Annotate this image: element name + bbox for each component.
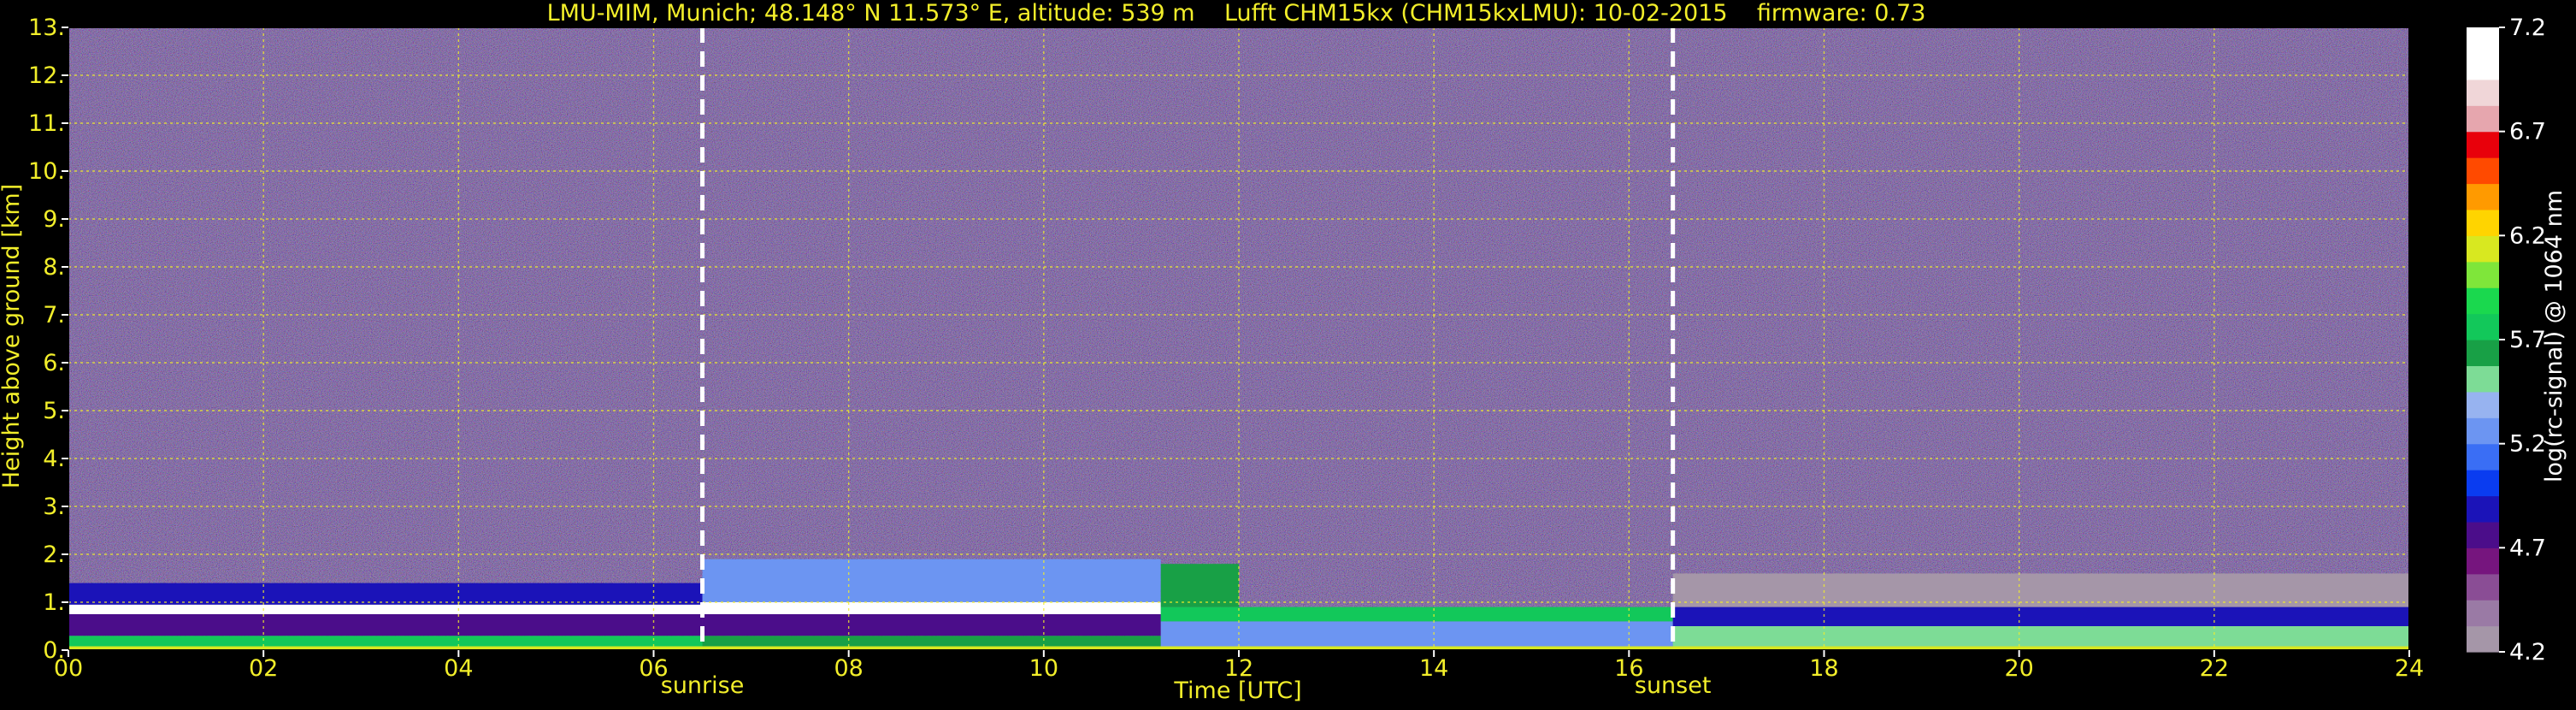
x-axis-label: Time [UTC] [1173,677,1301,704]
y-tick-label: 6. [43,350,65,376]
y-tick-label: 3. [43,494,65,520]
colorbar-segment [2467,79,2499,106]
y-tick-label: 2. [43,541,65,568]
backscatter-layer [1672,626,2409,647]
colorbar-segment [2467,417,2499,445]
colorbar-segment [2467,573,2499,601]
colorbar-segment [2467,131,2499,158]
colorbar-segment [2467,235,2499,263]
backscatter-layer [702,602,1161,614]
colorbar-segment [2467,27,2499,55]
backscatter-layer [68,614,703,636]
backscatter-layer [1160,621,1673,647]
x-tick-label: 04 [444,655,473,682]
colorbar-segment [2467,547,2499,575]
backscatter-layer [1672,606,2409,626]
colorbar-segment [2467,443,2499,470]
y-axis-label: Height above ground [km] [0,184,25,488]
backscatter-layer [702,559,1161,602]
colorbar-label: log(rc-signal) @ 1064 nm [2541,190,2567,482]
sun-marker-label: sunset [1635,672,1712,699]
backscatter-layer [68,583,703,605]
x-tick-label: 10 [1029,655,1058,682]
colorbar-segment [2467,495,2499,523]
colorbar-segment [2467,261,2499,288]
y-tick-label: 13. [28,15,65,41]
backscatter-layer [702,636,1161,647]
colorbar-segment [2467,521,2499,548]
x-tick-label: 20 [2004,655,2033,682]
colorbar-tick-label: 4.7 [2509,535,2546,561]
y-tick-label: 7. [43,302,65,328]
x-tick-label: 08 [834,655,863,682]
sun-marker-label: sunrise [661,672,745,699]
colorbar-segment [2467,157,2499,185]
colorbar-segment [2467,287,2499,315]
colorbar-segment [2467,625,2499,653]
backscatter-heatmap-chart: sunrise sunset 00 02 04 06 08 10 12 14 16 18 20 22 24… [0,0,2576,707]
x-tick-label: 22 [2200,655,2229,682]
y-tick-label: 0. [43,637,65,664]
colorbar-segment [2467,365,2499,393]
colorbar-segment [2467,470,2499,497]
colorbar-segment [2467,313,2499,340]
colorbar-tick-label: 4.2 [2509,639,2546,666]
x-tick-label: 18 [1809,655,1838,682]
x-tick-label: 14 [1419,655,1448,682]
y-tick-label: 9. [43,206,65,233]
y-tick-label: 5. [43,398,65,424]
x-tick-label: 02 [249,655,278,682]
backscatter-layer [702,614,1161,636]
colorbar-segment [2467,53,2499,80]
x-tick-label: 16 [1614,655,1643,682]
colorbar-segment [2467,183,2499,210]
y-tick-label: 11. [28,110,65,137]
y-tick-label: 4. [43,446,65,472]
y-tick-label: 1. [43,589,65,616]
backscatter-layer [1160,564,1239,607]
backscatter-layer [68,636,703,647]
y-tick-label: 10. [28,158,65,185]
colorbar-segment [2467,600,2499,627]
backscatter-layer [1672,573,2409,607]
colorbar-segment [2467,391,2499,418]
colorbar-tick-label: 7.2 [2509,15,2546,41]
y-tick-label: 8. [43,254,65,281]
backscatter-layer [1160,606,1673,622]
x-tick-label: 06 [639,655,668,682]
colorbar-segment [2467,105,2499,133]
y-tick-label: 12. [28,62,65,89]
backscatter-layer [68,604,703,614]
colorbar-segment [2467,209,2499,236]
colorbar-tick-label: 6.7 [2509,119,2546,145]
x-tick-label: 24 [2395,655,2424,682]
ceilometer-figure: sunrise sunset 00 02 04 06 08 10 12 14 16 18 20 22 24… [0,0,2576,707]
colorbar-segment [2467,340,2499,367]
chart-title: LMU-MIM, Munich; 48.148° N 11.573° E, al… [547,0,1926,27]
